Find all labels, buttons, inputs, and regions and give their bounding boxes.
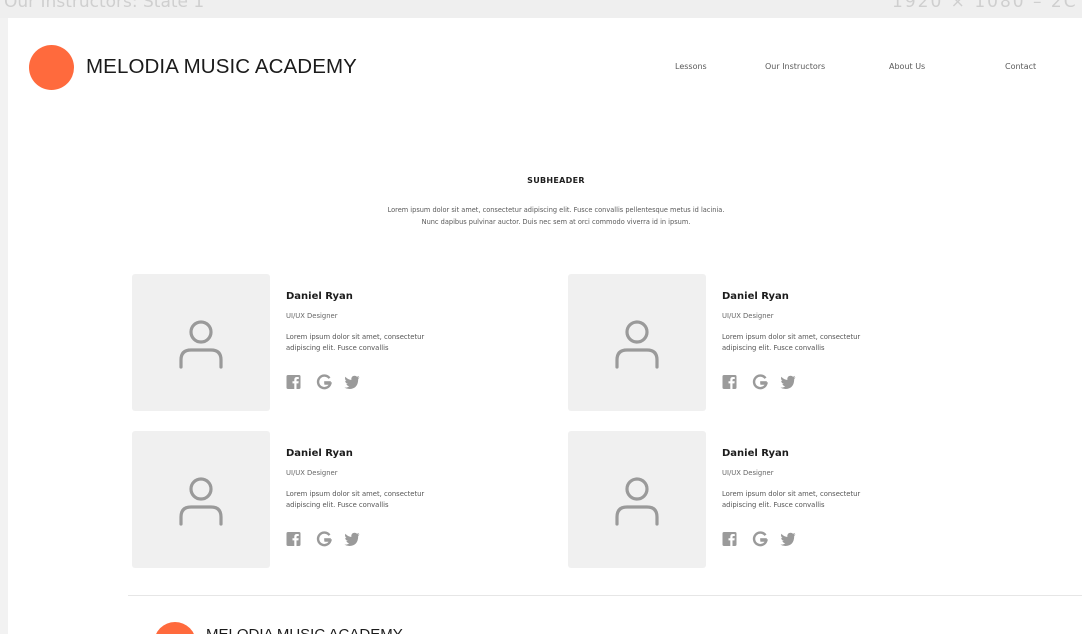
logo-icon[interactable] [29, 45, 74, 90]
twitter-icon[interactable] [780, 374, 796, 390]
instructor-photo-placeholder [568, 274, 706, 411]
instructor-role: UI/UX Designer [722, 312, 774, 320]
instructor-role: UI/UX Designer [286, 469, 338, 477]
instructor-bio: Lorem ipsum dolor sit amet, consectetur … [722, 332, 922, 354]
instructor-name: Daniel Ryan [286, 448, 353, 459]
instructor-card: Daniel Ryan UI/UX Designer Lorem ipsum d… [132, 274, 572, 411]
instructor-bio: Lorem ipsum dolor sit amet, consectetur … [722, 489, 922, 511]
instructor-name: Daniel Ryan [722, 448, 789, 459]
bio-line: Lorem ipsum dolor sit amet, consectetur [286, 490, 425, 498]
user-avatar-icon [179, 320, 223, 369]
facebook-icon[interactable] [722, 531, 737, 547]
twitter-icon[interactable] [780, 531, 796, 547]
social-links [722, 374, 812, 392]
footer-logo-icon[interactable] [154, 622, 196, 634]
section-intro: Lorem ipsum dolor sit amet, consectetur … [8, 204, 1082, 228]
user-avatar-icon [615, 320, 659, 369]
google-icon[interactable] [316, 374, 332, 390]
user-avatar-icon [615, 477, 659, 526]
nav-link-contact[interactable]: Contact [1005, 62, 1036, 71]
footer-brand-name[interactable]: MELODIA MUSIC ACADEMY [206, 626, 403, 634]
artboard-title-strip: Our Instructors: State 1 1920 × 1080 – 2… [0, 0, 1082, 18]
google-icon[interactable] [316, 531, 332, 547]
user-avatar-icon [179, 477, 223, 526]
instructor-name: Daniel Ryan [286, 291, 353, 302]
instructor-role: UI/UX Designer [722, 469, 774, 477]
bio-line: Lorem ipsum dolor sit amet, consectetur [722, 490, 861, 498]
instructor-bio: Lorem ipsum dolor sit amet, consectetur … [286, 489, 486, 511]
twitter-icon[interactable] [344, 374, 360, 390]
instructor-bio: Lorem ipsum dolor sit amet, consectetur … [286, 332, 486, 354]
facebook-icon[interactable] [286, 374, 301, 390]
bio-line: adipiscing elit. Fusce convallis [286, 344, 389, 352]
instructor-role: UI/UX Designer [286, 312, 338, 320]
social-links [286, 531, 376, 549]
instructor-card: Daniel Ryan UI/UX Designer Lorem ipsum d… [568, 274, 1008, 411]
instructor-photo-placeholder [132, 431, 270, 568]
brand-name[interactable]: MELODIA MUSIC ACADEMY [86, 55, 357, 79]
nav-link-lessons[interactable]: Lessons [675, 62, 707, 71]
nav-link-our-instructors[interactable]: Our Instructors [765, 62, 825, 71]
intro-line: Nunc dapibus pulvinar auctor. Duis nec s… [421, 218, 691, 226]
facebook-icon[interactable] [722, 374, 737, 390]
nav-link-about-us[interactable]: About Us [889, 62, 925, 71]
intro-line: Lorem ipsum dolor sit amet, consectetur … [387, 206, 725, 214]
footer-divider [128, 595, 1082, 596]
instructor-card: Daniel Ryan UI/UX Designer Lorem ipsum d… [132, 431, 572, 568]
bio-line: adipiscing elit. Fusce convallis [286, 501, 389, 509]
google-icon[interactable] [752, 531, 768, 547]
section-subheader: SUBHEADER [527, 176, 585, 185]
facebook-icon[interactable] [286, 531, 301, 547]
bio-line: adipiscing elit. Fusce convallis [722, 344, 825, 352]
bio-line: Lorem ipsum dolor sit amet, consectetur [722, 333, 861, 341]
bio-line: adipiscing elit. Fusce convallis [722, 501, 825, 509]
bio-line: Lorem ipsum dolor sit amet, consectetur [286, 333, 425, 341]
instructor-card: Daniel Ryan UI/UX Designer Lorem ipsum d… [568, 431, 1008, 568]
social-links [286, 374, 376, 392]
instructor-name: Daniel Ryan [722, 291, 789, 302]
google-icon[interactable] [752, 374, 768, 390]
artboard-size-label: 1920 × 1080 – 2C [892, 0, 1078, 12]
instructor-photo-placeholder [132, 274, 270, 411]
artboard-title: Our Instructors: State 1 [4, 0, 205, 12]
twitter-icon[interactable] [344, 531, 360, 547]
top-navigation: MELODIA MUSIC ACADEMY Lessons Our Instru… [8, 18, 1082, 118]
social-links [722, 531, 812, 549]
page-canvas: MELODIA MUSIC ACADEMY Lessons Our Instru… [8, 18, 1082, 634]
instructor-photo-placeholder [568, 431, 706, 568]
